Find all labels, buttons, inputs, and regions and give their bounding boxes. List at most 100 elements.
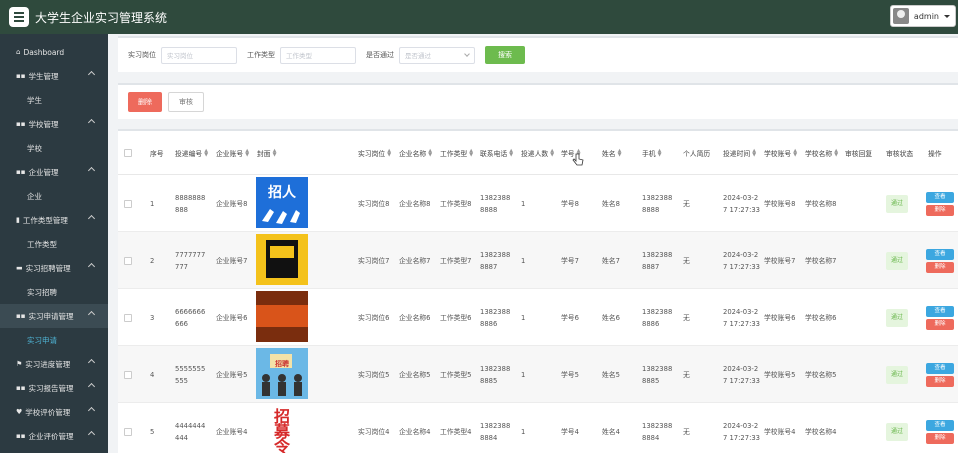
view-button[interactable]: 查看 — [926, 248, 954, 260]
row-delete-button[interactable]: 删除 — [926, 204, 954, 216]
row-delete-button[interactable]: 删除 — [926, 432, 954, 444]
col-phone[interactable]: 联系电话 ▲ ▼ — [480, 131, 513, 175]
col-company-no-label: 企业账号 — [216, 150, 244, 158]
cell-name: 姓名6 — [602, 313, 620, 322]
col-count[interactable]: 投递人数 ▲ ▼ — [521, 131, 554, 175]
col-name[interactable]: 姓名 ▲ ▼ — [602, 131, 621, 175]
select-all-checkbox[interactable] — [124, 149, 132, 157]
cell-company-no: 企业账号4 — [216, 427, 248, 436]
row-checkbox[interactable] — [124, 256, 132, 265]
cover-text: 招聘 — [275, 360, 289, 368]
table-row: 5 4444444444 企业账号4 实习岗位4 企业名称4 工作类型4 138238888… — [118, 403, 958, 453]
status-badge: 通过 — [886, 365, 909, 384]
cell-index: 1 — [150, 199, 155, 208]
grid-icon: ▪▪ — [16, 120, 26, 128]
sidebar-item[interactable]: ▪▪ 企业管理 — [0, 160, 108, 184]
cell-count: 1 — [521, 427, 526, 436]
view-button[interactable]: 查看 — [926, 362, 954, 374]
col-work-type[interactable]: 工作类型 ▲ ▼ — [440, 131, 473, 175]
sidebar-item[interactable]: ▪▪ 实习申请管理 — [0, 304, 108, 328]
col-school-no[interactable]: 学校账号 ▲ ▼ — [764, 131, 797, 175]
cell-status: 通过 — [886, 289, 909, 346]
col-time[interactable]: 投递时间 ▲ ▼ — [723, 131, 756, 175]
sidebar-subitem[interactable]: 企业 — [0, 184, 108, 208]
col-cover[interactable]: 封面 ▲ ▼ — [257, 131, 276, 175]
row-delete-button[interactable]: 删除 — [926, 318, 954, 330]
heart-icon: ♥ — [16, 408, 23, 416]
col-company-name[interactable]: 企业名称 ▲ ▼ — [399, 131, 432, 175]
worktype-input[interactable]: 工作类型 — [280, 46, 356, 64]
cell-school-name: 学校名称7 — [805, 256, 837, 265]
row-delete-button[interactable]: 删除 — [926, 375, 954, 387]
cell-phone: 13823888885 — [480, 364, 511, 385]
sort-icon: ▲▼ — [272, 148, 277, 158]
cover-image — [256, 291, 308, 342]
sidebar-subitem[interactable]: 学校 — [0, 136, 108, 160]
sidebar-item-label: 实习招聘管理 — [25, 263, 71, 273]
sidebar-item[interactable]: ▪▪ 学生管理 — [0, 64, 108, 88]
row-checkbox[interactable] — [124, 427, 132, 436]
user-menu[interactable]: admin — [889, 5, 956, 27]
col-position-label: 实习岗位 — [358, 150, 386, 158]
cell-apply-no: 6666666666 — [175, 307, 206, 328]
col-school-name[interactable]: 学校名称 ▲ ▼ — [805, 131, 838, 175]
col-company-name-label: 企业名称 — [399, 150, 427, 158]
passed-select[interactable]: 是否通过 — [399, 46, 475, 64]
cell-work-type: 工作类型6 — [440, 313, 472, 322]
col-count-label: 投递人数 — [521, 150, 549, 158]
sidebar-item[interactable]: ▪▪ 实习报告管理 — [0, 376, 108, 400]
cell-work-type: 工作类型4 — [440, 427, 472, 436]
cell-position: 实习岗位5 — [358, 370, 390, 379]
cell-op: 查看 删除 — [926, 175, 956, 232]
cell-resume: 无 — [683, 199, 690, 208]
col-status: 审核状态 — [886, 150, 914, 158]
sidebar-item[interactable]: ⌂ Dashboard — [0, 40, 108, 64]
cell-name: 姓名7 — [602, 256, 620, 265]
table-row: 4 5555555555 企业账号5 实习岗位5 企业名称5 工作类型5 138238888… — [118, 346, 958, 403]
search-button[interactable]: 搜索 — [485, 46, 525, 64]
audit-button[interactable]: 审核 — [168, 92, 204, 112]
sidebar-item[interactable]: ▮ 工作类型管理 — [0, 208, 108, 232]
delete-button[interactable]: 删除 — [128, 92, 162, 112]
sidebar-item[interactable]: ♥ 学校评价管理 — [0, 400, 108, 424]
cell-company-no: 企业账号7 — [216, 256, 248, 265]
sidebar-subitem[interactable]: 学生 — [0, 88, 108, 112]
status-badge: 通过 — [886, 308, 909, 327]
view-button[interactable]: 查看 — [926, 305, 954, 317]
chevron-down-icon — [464, 51, 470, 57]
search-panel: 实习岗位 实习岗位 工作类型 工作类型 是否通过 是否通过 搜索 — [118, 36, 958, 72]
cover-graphic — [256, 234, 308, 285]
row-delete-button[interactable]: 删除 — [926, 261, 954, 273]
row-checkbox[interactable] — [124, 199, 132, 208]
col-company-no[interactable]: 企业账号 ▲ ▼ — [216, 131, 249, 175]
row-checkbox[interactable] — [124, 313, 132, 322]
row-checkbox[interactable] — [124, 370, 132, 379]
view-button[interactable]: 查看 — [926, 191, 954, 203]
sidebar-subitem[interactable]: 实习申请 — [0, 328, 108, 352]
mouse-cursor-icon — [572, 153, 584, 166]
col-apply-no[interactable]: 投递编号 ▲ ▼ — [175, 131, 208, 175]
cell-school-name: 学校名称6 — [805, 313, 837, 322]
menu-toggle-icon[interactable] — [9, 7, 29, 27]
cell-name: 姓名5 — [602, 370, 620, 379]
chevron-icon — [87, 358, 96, 367]
sidebar-item[interactable]: ▬ 实习招聘管理 — [0, 256, 108, 280]
chart-icon: ▮ — [16, 216, 20, 224]
data-table: 序号 投递编号 ▲ ▼ 企业账号 ▲ ▼ 封面 ▲ ▼ 实习岗位 ▲ ▼ 企业名称 ▲ ▼ 工作类型… — [118, 129, 958, 453]
sidebar-item[interactable]: ⚑ 实习进度管理 — [0, 352, 108, 376]
sidebar-item[interactable]: ▪▪ 学校管理 — [0, 112, 108, 136]
sort-icon: ▲▼ — [428, 148, 433, 158]
table-row: 3 6666666666 企业账号6 实习岗位6 企业名称6 工作类型6 138238888… — [118, 289, 958, 346]
view-button[interactable]: 查看 — [926, 419, 954, 431]
sidebar-subitem[interactable]: 实习招聘 — [0, 280, 108, 304]
col-position[interactable]: 实习岗位 ▲ ▼ — [358, 131, 391, 175]
cell-index: 3 — [150, 313, 155, 322]
cell-phone: 13823888884 — [480, 421, 511, 442]
col-mobile[interactable]: 手机 ▲ ▼ — [642, 131, 661, 175]
cell-mobile: 13823888887 — [642, 250, 673, 271]
position-input[interactable]: 实习岗位 — [161, 46, 237, 64]
cell-student-no: 学号4 — [561, 427, 579, 436]
status-badge: 通过 — [886, 194, 909, 213]
sidebar-item[interactable]: ▪▪ 企业评价管理 — [0, 424, 108, 448]
sidebar-subitem[interactable]: 工作类型 — [0, 232, 108, 256]
